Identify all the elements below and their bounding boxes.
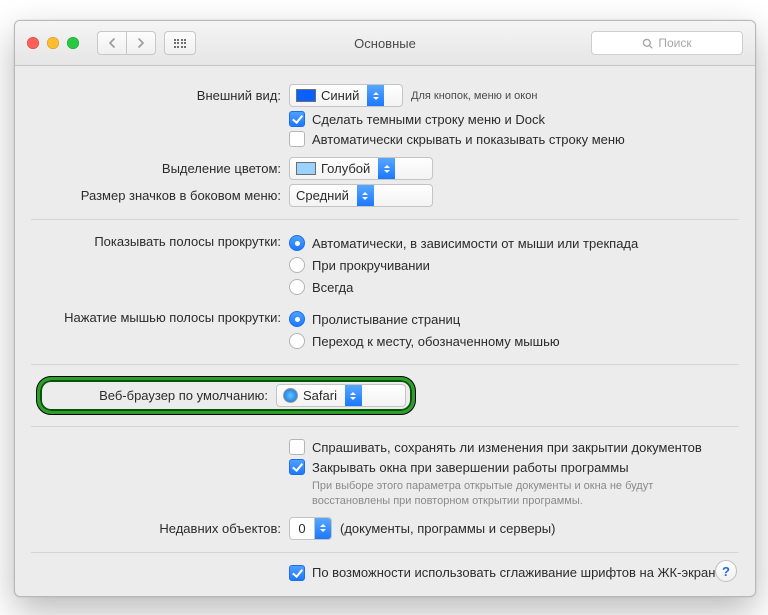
forward-button[interactable] xyxy=(126,31,156,55)
search-icon xyxy=(642,38,653,49)
recent-value: 0 xyxy=(290,521,314,536)
search-input[interactable]: Поиск xyxy=(591,31,743,55)
scrollbars-option-scrolling[interactable] xyxy=(289,257,305,273)
chevron-updown-icon xyxy=(367,85,384,106)
separator xyxy=(31,552,739,553)
preferences-window: Основные Поиск Внешний вид: Синий Для кн… xyxy=(14,20,756,597)
autohide-menu-checkbox[interactable] xyxy=(289,131,305,147)
scrollbars-option-label: Всегда xyxy=(312,280,353,295)
sidebar-icons-value: Средний xyxy=(296,188,349,203)
close-windows-label: Закрывать окна при завершении работы про… xyxy=(312,460,629,475)
scrollbars-option-auto[interactable] xyxy=(289,235,305,251)
sidebar-icons-select[interactable]: Средний xyxy=(289,184,433,207)
scroll-click-option-label: Пролистывание страниц xyxy=(312,312,460,327)
search-placeholder: Поиск xyxy=(658,36,691,50)
show-all-button[interactable] xyxy=(164,31,196,55)
recent-hint: (документы, программы и серверы) xyxy=(340,521,555,536)
content: Внешний вид: Синий Для кнопок, меню и ок… xyxy=(15,66,755,597)
color-swatch-cyan-icon xyxy=(296,162,316,175)
font-smoothing-label: По возможности использовать сглаживание … xyxy=(312,565,723,580)
chevron-updown-icon xyxy=(357,185,374,206)
appearance-value: Синий xyxy=(321,88,359,103)
default-browser-select[interactable]: Safari xyxy=(276,384,406,407)
close-icon[interactable] xyxy=(27,37,39,49)
scroll-click-label: Нажатие мышью полосы прокрутки: xyxy=(43,308,289,325)
appearance-label: Внешний вид: xyxy=(43,88,289,103)
separator xyxy=(31,219,739,220)
scrollbars-label: Показывать полосы прокрутки: xyxy=(43,232,289,249)
default-browser-value: Safari xyxy=(303,388,337,403)
dark-menu-checkbox[interactable] xyxy=(289,111,305,127)
sidebar-icons-label: Размер значков в боковом меню: xyxy=(43,188,289,203)
close-windows-checkbox[interactable] xyxy=(289,459,305,475)
chevron-updown-icon xyxy=(314,518,331,539)
window-controls xyxy=(15,37,79,49)
grid-icon xyxy=(174,39,187,48)
zoom-icon[interactable] xyxy=(67,37,79,49)
scroll-click-option-page[interactable] xyxy=(289,311,305,327)
safari-icon xyxy=(283,388,298,403)
scroll-click-option-label: Переход к месту, обозначенному мышью xyxy=(312,334,560,349)
back-button[interactable] xyxy=(97,31,126,55)
dark-menu-label: Сделать темными строку меню и Dock xyxy=(312,112,545,127)
ask-save-label: Спрашивать, сохранять ли изменения при з… xyxy=(312,440,702,455)
separator xyxy=(31,426,739,427)
font-smoothing-checkbox[interactable] xyxy=(289,565,305,581)
close-windows-hint: При выборе этого параметра открытые доку… xyxy=(310,479,727,509)
chevron-updown-icon xyxy=(345,385,362,406)
ask-save-checkbox[interactable] xyxy=(289,439,305,455)
autohide-menu-label: Автоматически скрывать и показывать стро… xyxy=(312,132,625,147)
separator xyxy=(31,364,739,365)
titlebar: Основные Поиск xyxy=(15,21,755,66)
default-browser-highlight: Веб-браузер по умолчанию: Safari xyxy=(37,377,415,414)
appearance-select[interactable]: Синий xyxy=(289,84,403,107)
color-swatch-blue-icon xyxy=(296,89,316,102)
default-browser-label: Веб-браузер по умолчанию: xyxy=(46,388,268,403)
nav-buttons xyxy=(97,31,156,55)
scrollbars-option-always[interactable] xyxy=(289,279,305,295)
help-icon: ? xyxy=(722,564,730,579)
highlight-select[interactable]: Голубой xyxy=(289,157,433,180)
minimize-icon[interactable] xyxy=(47,37,59,49)
highlight-label: Выделение цветом: xyxy=(43,161,289,176)
scrollbars-option-label: При прокручивании xyxy=(312,258,430,273)
recent-label: Недавних объектов: xyxy=(43,521,289,536)
chevron-updown-icon xyxy=(378,158,395,179)
appearance-hint: Для кнопок, меню и окон xyxy=(411,90,537,102)
highlight-value: Голубой xyxy=(321,161,370,176)
scroll-click-option-spot[interactable] xyxy=(289,333,305,349)
recent-stepper[interactable]: 0 xyxy=(289,517,332,540)
scrollbars-option-label: Автоматически, в зависимости от мыши или… xyxy=(312,236,638,251)
help-button[interactable]: ? xyxy=(715,560,737,582)
